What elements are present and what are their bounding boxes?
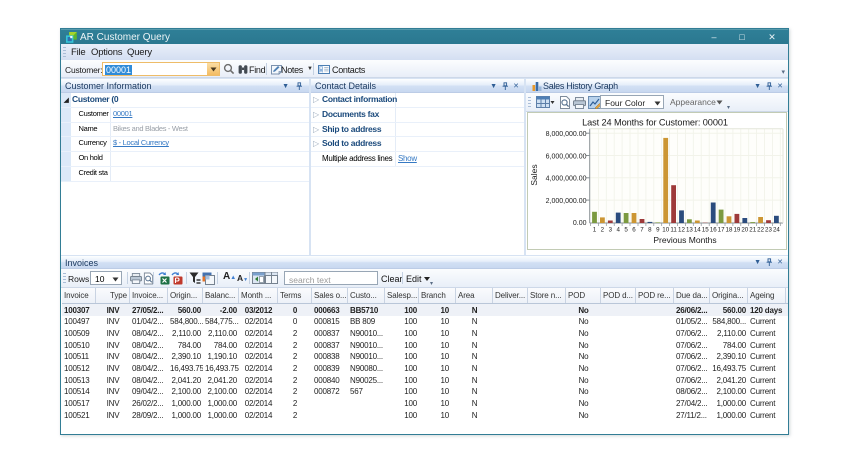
svg-text:4: 4: [616, 227, 620, 234]
svg-text:8,000,000.00: 8,000,000.00: [546, 131, 587, 138]
svg-text:6,000,000.00: 6,000,000.00: [546, 153, 587, 160]
svg-text:18: 18: [726, 227, 733, 234]
svg-text:1: 1: [593, 227, 597, 234]
svg-text:5: 5: [624, 227, 628, 234]
svg-text:22: 22: [757, 227, 764, 234]
svg-text:Previous Months: Previous Months: [653, 235, 716, 245]
svg-text:13: 13: [686, 227, 693, 234]
svg-text:Sales: Sales: [529, 164, 539, 185]
svg-text:2,000,000.00: 2,000,000.00: [546, 198, 587, 205]
svg-text:4,000,000.00: 4,000,000.00: [546, 176, 587, 183]
svg-text:11: 11: [670, 227, 677, 234]
svg-text:17: 17: [718, 227, 725, 234]
svg-text:15: 15: [702, 227, 709, 234]
svg-text:16: 16: [710, 227, 717, 234]
svg-text:10: 10: [662, 227, 669, 234]
svg-text:19: 19: [733, 227, 740, 234]
svg-text:Last 24 Months for Customer: 0: Last 24 Months for Customer: 00001: [582, 118, 728, 128]
svg-text:3: 3: [609, 227, 613, 234]
svg-text:9: 9: [656, 227, 660, 234]
svg-text:14: 14: [694, 227, 701, 234]
svg-text:24: 24: [773, 227, 780, 234]
svg-text:6: 6: [632, 227, 636, 234]
svg-text:2: 2: [601, 227, 605, 234]
svg-text:23: 23: [765, 227, 772, 234]
svg-text:21: 21: [749, 227, 756, 234]
svg-text:20: 20: [741, 227, 748, 234]
svg-text:8: 8: [648, 227, 652, 234]
svg-text:7: 7: [640, 227, 644, 234]
svg-text:0.00: 0.00: [573, 220, 587, 227]
svg-text:12: 12: [678, 227, 685, 234]
